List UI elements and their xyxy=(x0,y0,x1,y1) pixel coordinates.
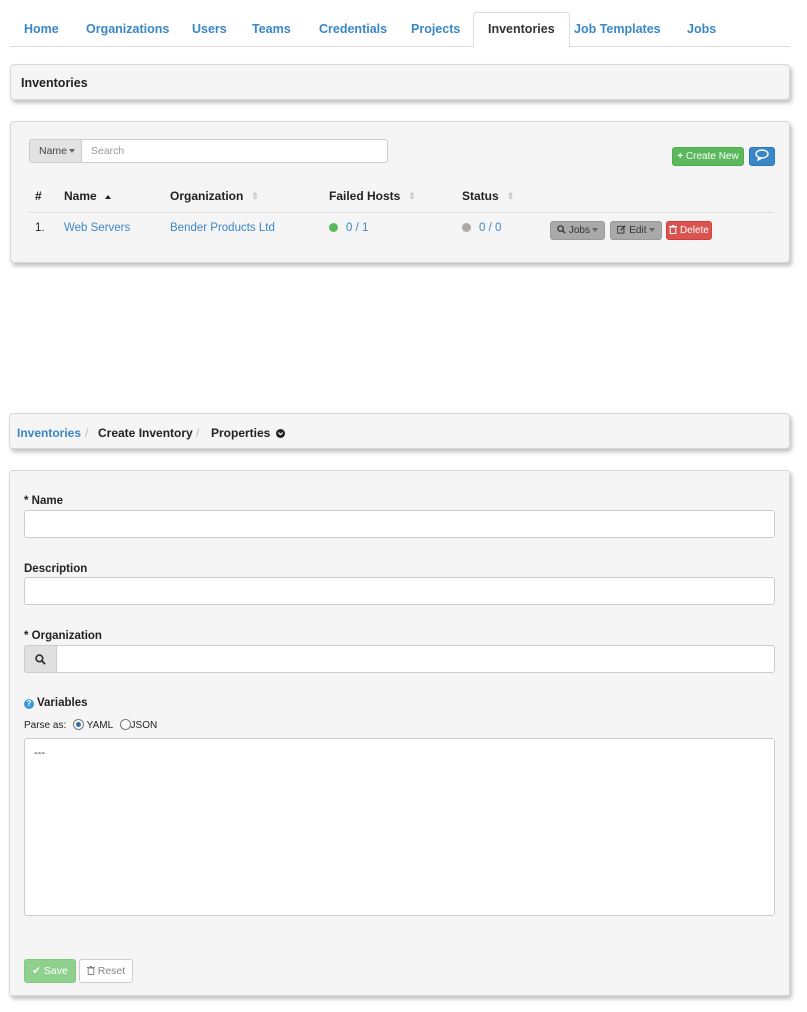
save-label: Save xyxy=(43,965,68,977)
json-label[interactable]: JSON xyxy=(131,720,158,731)
reset-label: Reset xyxy=(97,965,126,977)
variables-label-group: ? Variables xyxy=(24,697,88,709)
column-header-failed-hosts[interactable]: Failed Hosts ⇕ xyxy=(329,189,416,203)
column-header-name[interactable]: Name xyxy=(64,189,111,203)
trash-icon xyxy=(669,225,678,234)
properties-dropdown[interactable]: Properties xyxy=(211,426,285,440)
list-header-panel: Inventories xyxy=(10,64,790,100)
search-group: Name xyxy=(29,139,388,163)
edit-label: Edit xyxy=(629,225,647,236)
column-header-status-label: Status xyxy=(462,189,499,203)
inventory-name-link[interactable]: Web Servers xyxy=(64,222,130,234)
yaml-label[interactable]: YAML xyxy=(87,720,113,731)
sort-icon: ⇕ xyxy=(506,191,515,202)
sort-icon: ⇕ xyxy=(408,191,416,202)
parse-as-group: Parse as: YAML JSON xyxy=(24,719,157,731)
organization-link[interactable]: Bender Products Ltd xyxy=(170,222,275,234)
tab-projects[interactable]: Projects xyxy=(397,12,474,47)
breadcrumb-inventories-link[interactable]: Inventories xyxy=(17,426,81,440)
variables-textarea[interactable]: --- xyxy=(24,738,775,916)
chat-icon xyxy=(755,149,769,162)
organization-label: * Organization xyxy=(24,630,102,642)
edit-dropdown-button[interactable]: Edit xyxy=(610,221,662,240)
description-label: Description xyxy=(24,563,88,575)
chevron-down-icon xyxy=(648,228,655,233)
chevron-down-icon xyxy=(591,228,598,233)
json-radio[interactable] xyxy=(119,719,131,730)
create-inventory-form: * Name Description * Organization ? Varia… xyxy=(9,470,790,996)
delete-label: Delete xyxy=(679,225,709,236)
page-title: Inventories xyxy=(21,76,88,90)
column-header-organization-label: Organization xyxy=(170,189,244,203)
tab-home[interactable]: Home xyxy=(10,12,73,47)
column-header-organization[interactable]: Organization ⇕ xyxy=(170,189,259,203)
reset-button[interactable]: Reset xyxy=(79,959,133,983)
status-dot-icon xyxy=(462,223,471,232)
plus-icon: + xyxy=(677,151,684,162)
search-field-label: Name xyxy=(39,145,68,157)
tab-users[interactable]: Users xyxy=(178,12,241,47)
inventory-list-panel: Name + Create New # Name Organization ⇕ F… xyxy=(10,121,790,263)
main-nav: Home Organizations Users Teams Credentia… xyxy=(10,12,790,48)
jobs-label: Jobs xyxy=(568,225,590,236)
breadcrumb-separator: / xyxy=(85,426,89,440)
row-num: 1. xyxy=(35,222,45,234)
tab-job-templates[interactable]: Job Templates xyxy=(560,12,675,47)
edit-icon xyxy=(617,225,627,234)
organization-group xyxy=(24,645,775,673)
breadcrumb-separator: / xyxy=(196,426,200,440)
tab-inventories[interactable]: Inventories xyxy=(473,12,570,48)
create-new-label: Create New xyxy=(685,151,739,162)
column-header-name-label: Name xyxy=(64,189,97,203)
failed-hosts-link[interactable]: 0 / 1 xyxy=(346,222,368,234)
status-dot-icon xyxy=(329,223,338,232)
table-divider xyxy=(29,212,774,213)
save-button[interactable]: ✔ Save xyxy=(24,959,76,983)
tab-jobs[interactable]: Jobs xyxy=(673,12,730,47)
search-icon xyxy=(557,225,566,234)
column-header-failed-hosts-label: Failed Hosts xyxy=(329,189,401,203)
breadcrumb-current: Create Inventory xyxy=(98,426,193,440)
breadcrumb: Inventories / Create Inventory / Propert… xyxy=(9,413,790,449)
properties-label: Properties xyxy=(211,426,271,440)
name-field[interactable] xyxy=(24,510,775,538)
search-icon xyxy=(35,654,46,665)
sort-asc-icon xyxy=(104,194,111,199)
description-field[interactable] xyxy=(24,577,775,605)
organization-field[interactable] xyxy=(58,646,768,672)
jobs-dropdown-button[interactable]: Jobs xyxy=(550,221,605,240)
trash-icon xyxy=(86,966,95,975)
search-field-dropdown[interactable]: Name xyxy=(30,140,82,162)
tab-teams[interactable]: Teams xyxy=(238,12,305,47)
help-icon[interactable]: ? xyxy=(24,699,34,709)
column-header-num: # xyxy=(35,189,42,203)
tab-organizations[interactable]: Organizations xyxy=(72,12,183,47)
yaml-radio[interactable] xyxy=(73,719,85,730)
column-header-status[interactable]: Status ⇕ xyxy=(462,189,514,203)
tab-credentials[interactable]: Credentials xyxy=(305,12,401,47)
chat-button[interactable] xyxy=(749,147,775,166)
name-label: * Name xyxy=(24,495,63,507)
organization-lookup-button[interactable] xyxy=(25,646,57,672)
failed-hosts-cell: 0 / 1 xyxy=(329,222,368,234)
create-new-button[interactable]: + Create New xyxy=(672,147,744,166)
chevron-down-icon xyxy=(69,149,76,154)
status-cell: 0 / 0 xyxy=(462,222,501,234)
sort-icon: ⇕ xyxy=(251,191,259,202)
search-input[interactable] xyxy=(83,140,383,162)
status-link[interactable]: 0 / 0 xyxy=(479,222,501,234)
chevron-circle-down-icon xyxy=(275,429,285,438)
delete-button[interactable]: Delete xyxy=(666,221,712,240)
parse-as-label: Parse as: xyxy=(24,720,67,731)
variables-label: Variables xyxy=(37,697,88,709)
check-icon: ✔ xyxy=(32,965,41,977)
